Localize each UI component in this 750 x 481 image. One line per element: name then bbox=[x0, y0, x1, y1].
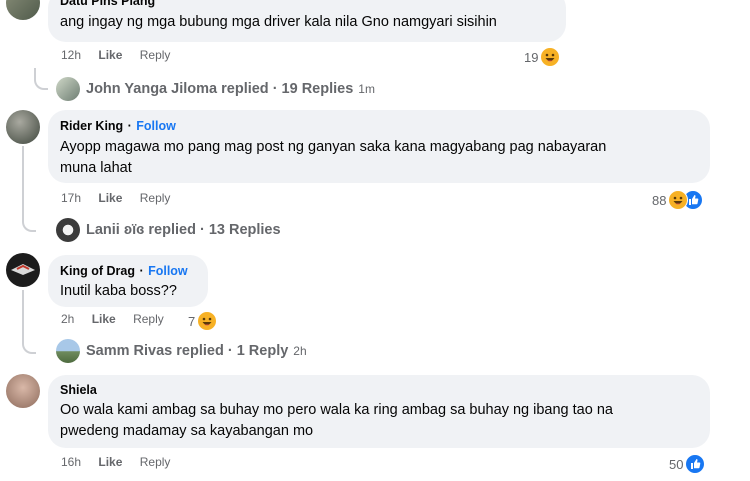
comment-actions: 16h Like Reply bbox=[61, 455, 184, 469]
like-button[interactable]: Like bbox=[98, 48, 122, 62]
logo-icon bbox=[11, 264, 35, 275]
like-button[interactable]: Like bbox=[98, 455, 122, 469]
comment-bubble: Rider King · Follow Ayopp magawa mo pang… bbox=[48, 110, 710, 183]
follow-button[interactable]: Follow bbox=[148, 264, 188, 278]
replies-link[interactable]: John Yanga Jiloma replied · 19 Replies 1… bbox=[56, 77, 375, 101]
comment-text-line: muna lahat bbox=[60, 160, 132, 176]
reaction-count: 50 bbox=[669, 456, 684, 472]
comment-time[interactable]: 12h bbox=[61, 48, 81, 62]
avatar[interactable] bbox=[6, 374, 40, 408]
comment-actions: 17h Like Reply bbox=[61, 191, 184, 205]
comment-bubble: King of Drag · Follow Inutil kaba boss?? bbox=[48, 255, 208, 307]
comment-author[interactable]: King of Drag bbox=[60, 264, 135, 278]
comment-time[interactable]: 16h bbox=[61, 455, 81, 469]
reply-button[interactable]: Reply bbox=[140, 48, 171, 62]
follow-button[interactable]: Follow bbox=[136, 119, 176, 133]
separator: · bbox=[127, 119, 132, 133]
reaction-summary[interactable]: 19 bbox=[524, 47, 561, 67]
haha-reaction-icon bbox=[197, 311, 218, 331]
reaction-summary[interactable]: 50 bbox=[669, 454, 706, 474]
comment-text: ang ingay ng mga bubung mga driver kala … bbox=[60, 14, 497, 30]
replies-count: replied · 1 Reply bbox=[176, 343, 289, 359]
reply-button[interactable]: Reply bbox=[140, 191, 171, 205]
avatar[interactable] bbox=[6, 110, 40, 144]
reaction-summary[interactable]: 7 bbox=[188, 311, 218, 331]
comment-text-line: Oo wala kami ambag sa buhay mo pero wala… bbox=[60, 402, 613, 418]
reply-time: 2h bbox=[293, 344, 307, 358]
reply-button[interactable]: Reply bbox=[140, 455, 171, 469]
avatar[interactable] bbox=[6, 0, 40, 20]
avatar bbox=[56, 339, 80, 363]
comment-actions: 2h Like Reply bbox=[61, 312, 178, 326]
replier-name: Lanii ʚïɞ bbox=[86, 222, 145, 238]
comment-text: Inutil kaba boss?? bbox=[60, 283, 177, 299]
comment-text-line: Ayopp magawa mo pang mag post ng ganyan … bbox=[60, 139, 607, 155]
reply-connector bbox=[34, 68, 48, 90]
replies-link[interactable]: Lanii ʚïɞ replied · 13 Replies bbox=[56, 218, 281, 242]
like-reaction-icon bbox=[685, 454, 706, 474]
reaction-count: 19 bbox=[524, 49, 539, 65]
reaction-count: 88 bbox=[652, 192, 667, 208]
replier-name: John Yanga Jiloma bbox=[86, 81, 218, 97]
like-button[interactable]: Like bbox=[98, 191, 122, 205]
comment-text-line: pwedeng madamay sa kayabangan mo bbox=[60, 423, 314, 439]
avatar[interactable] bbox=[6, 253, 40, 287]
reaction-summary[interactable]: 88 bbox=[652, 190, 704, 210]
comment-text: Oo wala kami ambag sa buhay mo pero wala… bbox=[60, 400, 698, 442]
replies-count: replied · 19 Replies bbox=[221, 81, 354, 97]
comment-bubble: Datu Pins Plang ang ingay ng mga bubung … bbox=[48, 0, 566, 42]
replies-count: replied · 13 Replies bbox=[148, 222, 281, 238]
comment-actions: 12h Like Reply bbox=[61, 48, 184, 62]
reply-button[interactable]: Reply bbox=[133, 312, 164, 326]
comment-time[interactable]: 17h bbox=[61, 191, 81, 205]
reply-time: 1m bbox=[358, 82, 375, 96]
replies-link[interactable]: Samm Rivas replied · 1 Reply 2h bbox=[56, 339, 307, 363]
comment-bubble: Shiela Oo wala kami ambag sa buhay mo pe… bbox=[48, 375, 710, 448]
comment-author[interactable]: Datu Pins Plang bbox=[60, 0, 554, 8]
comment-time[interactable]: 2h bbox=[61, 312, 74, 326]
reply-connector bbox=[22, 290, 36, 354]
replier-name: Samm Rivas bbox=[86, 343, 173, 359]
avatar bbox=[56, 218, 80, 242]
reply-connector bbox=[22, 146, 36, 232]
comment-text: Ayopp magawa mo pang mag post ng ganyan … bbox=[60, 137, 698, 179]
avatar bbox=[56, 77, 80, 101]
like-button[interactable]: Like bbox=[92, 312, 116, 326]
haha-reaction-icon bbox=[668, 190, 689, 210]
separator: · bbox=[139, 264, 144, 278]
haha-reaction-icon bbox=[540, 47, 561, 67]
comment-author[interactable]: Rider King bbox=[60, 119, 123, 133]
comment-author[interactable]: Shiela bbox=[60, 382, 698, 398]
reaction-count: 7 bbox=[188, 313, 196, 329]
